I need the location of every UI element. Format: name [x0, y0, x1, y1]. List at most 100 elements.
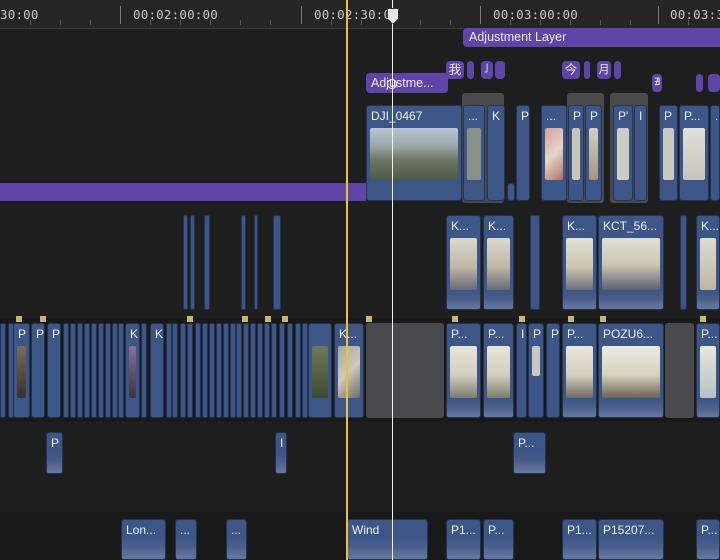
storyline-slim-clip[interactable] [141, 323, 147, 418]
storyline-clip[interactable]: P [528, 323, 544, 418]
storyline-clip[interactable]: K [125, 323, 140, 418]
video-clip[interactable] [507, 183, 515, 201]
audio-clip[interactable]: P... [483, 519, 514, 560]
audio-clip[interactable]: Wind [347, 519, 428, 560]
audio-clip-small[interactable]: P [46, 432, 63, 474]
title-clip[interactable]: 月 [597, 61, 611, 79]
audio-clip-small[interactable]: P... [513, 432, 546, 474]
storyline-slim-clip[interactable] [264, 323, 270, 418]
timecode-ruler[interactable]: 30:00 00:02:00:00 00:02:30:00 00:03:00:0… [0, 0, 720, 29]
video-clip[interactable]: P... [679, 105, 709, 201]
storyline-slim-clip[interactable] [279, 323, 285, 418]
connected-clip[interactable]: K... [446, 215, 481, 310]
connected-clip[interactable]: K... [696, 215, 720, 310]
storyline-slim-clip[interactable] [287, 323, 293, 418]
storyline-slim-clip[interactable] [63, 323, 69, 418]
slim-clip[interactable] [680, 215, 687, 310]
title-clip[interactable] [584, 61, 590, 79]
audio-clip[interactable]: ... [226, 519, 247, 560]
audio-clip[interactable]: P15207... [598, 519, 664, 560]
title-clip[interactable] [614, 61, 621, 79]
video-clip[interactable]: I [634, 105, 647, 201]
video-clip[interactable]: P [516, 105, 530, 201]
storyline-slim-clip[interactable] [250, 323, 256, 418]
audio-clip[interactable]: P1... [562, 519, 597, 560]
storyline-slim-clip[interactable] [118, 323, 124, 418]
storyline-slim-clip[interactable] [105, 323, 111, 418]
storyline-slim-clip[interactable] [236, 323, 242, 418]
storyline-slim-clip[interactable] [172, 323, 178, 418]
storyline-slim-clip[interactable] [0, 323, 6, 418]
video-clip[interactable]: P [659, 105, 678, 201]
audio-clip-small[interactable]: I [275, 432, 287, 474]
video-clip[interactable]: K [487, 105, 505, 201]
storyline-slim-clip[interactable] [243, 323, 249, 418]
storyline-slim-clip[interactable] [84, 323, 90, 418]
storyline-clip[interactable]: P... [696, 323, 720, 418]
audio-clip[interactable]: P1... [446, 519, 481, 560]
adjustment-layer-clip[interactable]: Adjustment Layer [463, 28, 720, 47]
storyline-slim-clip[interactable] [216, 323, 222, 418]
slim-clip[interactable] [204, 215, 210, 310]
slim-clip[interactable] [530, 215, 540, 310]
storyline-clip[interactable]: P [546, 323, 560, 418]
storyline-slim-clip[interactable] [295, 323, 301, 418]
storyline-clip[interactable]: POZU6... [598, 323, 664, 418]
video-clip[interactable]: P [585, 105, 602, 201]
storyline-slim-clip[interactable] [77, 323, 83, 418]
title-clip[interactable] [467, 61, 474, 79]
storyline-clip[interactable]: K... [334, 323, 364, 418]
storyline-clip[interactable]: P... [446, 323, 481, 418]
connected-clip[interactable]: K... [562, 215, 597, 310]
video-clip[interactable]: ... [463, 105, 485, 201]
storyline-slim-clip[interactable] [195, 323, 201, 418]
title-clip[interactable] [495, 61, 505, 79]
video-clip[interactable]: ... [541, 105, 567, 201]
slim-clip[interactable] [273, 215, 281, 310]
title-clip[interactable]: 今 [562, 61, 580, 79]
title-clip[interactable]: ∄ [652, 74, 662, 92]
adjustment-clip-short[interactable]: Adjustme... [366, 73, 448, 93]
connected-clip[interactable]: KCT_56... [598, 215, 664, 310]
gap-clip[interactable] [665, 323, 694, 418]
audio-clip[interactable]: Lon... [121, 519, 166, 560]
storyline-slim-clip[interactable] [180, 323, 186, 418]
storyline-slim-clip[interactable] [70, 323, 76, 418]
gap-clip[interactable] [366, 323, 444, 418]
storyline-slim-clip[interactable] [91, 323, 97, 418]
title-clip[interactable]: 我 [446, 61, 464, 79]
skimmer-line[interactable] [346, 0, 348, 560]
slim-clip[interactable] [241, 215, 246, 310]
video-clip[interactable]: ... [710, 105, 720, 201]
storyline-slim-clip[interactable] [202, 323, 208, 418]
video-clip[interactable]: DJI_0467 [366, 105, 462, 201]
storyline-clip[interactable]: P [13, 323, 30, 418]
audio-clip[interactable]: P... [696, 519, 720, 560]
slim-clip[interactable] [254, 215, 258, 310]
storyline-slim-clip[interactable] [257, 323, 263, 418]
storyline-clip[interactable]: I [516, 323, 527, 418]
storyline-slim-clip[interactable] [223, 323, 229, 418]
storyline-slim-clip[interactable] [187, 323, 193, 418]
storyline-clip[interactable]: P [31, 323, 45, 418]
adjustment-layer-clip-left[interactable] [0, 183, 366, 201]
slim-clip[interactable] [183, 215, 188, 310]
storyline-slim-clip[interactable] [209, 323, 215, 418]
ruler-label: 00:03:00:00 [493, 7, 578, 22]
storyline-clip[interactable]: P [47, 323, 61, 418]
audio-clip[interactable]: ... [175, 519, 197, 560]
slim-clip[interactable] [190, 215, 195, 310]
storyline-slim-clip[interactable] [271, 323, 277, 418]
storyline-clip[interactable]: P... [483, 323, 514, 418]
title-clip[interactable]: 亅 [481, 61, 493, 79]
storyline-slim-clip[interactable] [98, 323, 104, 418]
storyline-clip[interactable] [308, 323, 332, 418]
video-clip[interactable]: P' [613, 105, 633, 201]
connected-clip[interactable]: K... [483, 215, 514, 310]
video-clip[interactable]: P [568, 105, 584, 201]
title-clip[interactable] [696, 74, 703, 92]
title-clip[interactable] [708, 74, 720, 92]
storyline-clip[interactable]: P... [562, 323, 597, 418]
storyline-clip[interactable]: K [150, 323, 164, 418]
timeline[interactable]: 30:00 00:02:00:00 00:02:30:00 00:03:00:0… [0, 0, 720, 560]
